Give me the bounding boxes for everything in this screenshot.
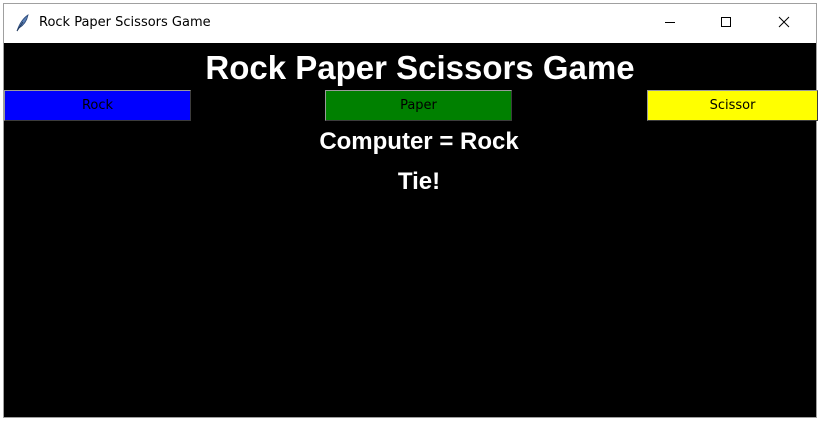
minimize-button[interactable]: [647, 4, 693, 43]
window-title: Rock Paper Scissors Game: [39, 15, 211, 30]
game-area: Rock Paper Scissors Game Rock Paper Scis…: [4, 43, 818, 417]
computer-choice-label: Computer = Rock: [319, 128, 519, 155]
maximize-icon: [720, 15, 732, 33]
minimize-icon: [664, 15, 676, 33]
result-label: Tie!: [397, 168, 441, 195]
game-heading: Rock Paper Scissors Game: [205, 49, 635, 86]
app-window: Rock Paper Scissors Game Rock Paper Scis…: [3, 3, 818, 418]
feather-icon: [14, 14, 30, 32]
scissor-button[interactable]: Scissor: [647, 90, 818, 121]
rock-button[interactable]: Rock: [4, 90, 191, 121]
close-button[interactable]: [761, 4, 807, 43]
paper-button[interactable]: Paper: [325, 90, 512, 121]
close-icon: [778, 15, 790, 33]
title-bar[interactable]: Rock Paper Scissors Game: [4, 4, 816, 43]
maximize-button[interactable]: [703, 4, 749, 43]
